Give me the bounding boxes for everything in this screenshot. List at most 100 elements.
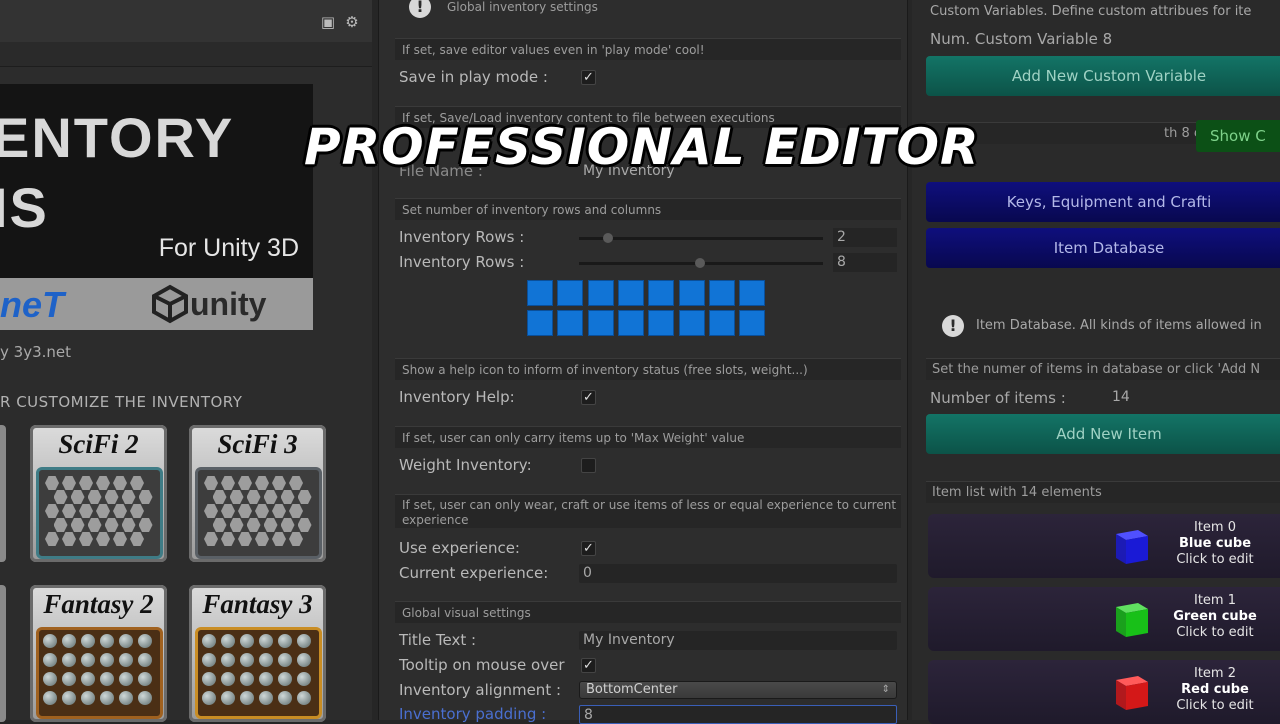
- credit-text: y 3y3.net: [0, 343, 71, 361]
- left-subbar: [0, 42, 372, 67]
- banner-title-line2: IS: [0, 176, 49, 239]
- show-button[interactable]: Show C: [1196, 120, 1280, 152]
- add-new-item-button[interactable]: Add New Item: [926, 414, 1280, 454]
- item-card[interactable]: Item 0 Blue cube Click to edit: [928, 514, 1280, 578]
- help-checkbox[interactable]: ✓: [581, 390, 596, 405]
- use-exp-label: Use experience:: [399, 539, 520, 557]
- inventory-slot: [648, 280, 675, 306]
- inventory-slot: [617, 310, 644, 336]
- section-help-desc: Show a help icon to inform of inventory …: [395, 358, 901, 380]
- theme-card-scifi3[interactable]: SciFi 3: [189, 425, 326, 562]
- orb-slot: [43, 653, 57, 667]
- inventory-slot: [527, 280, 553, 306]
- padding-field[interactable]: 8: [579, 705, 897, 724]
- alignment-dropdown[interactable]: BottomCenter ⇕: [579, 681, 897, 699]
- num-items-label: Number of items :: [930, 389, 1066, 407]
- item-text: Item 1 Green cube Click to edit: [1160, 593, 1270, 641]
- orb-slot: [221, 653, 235, 667]
- section-weight-desc: If set, user can only carry items up to …: [395, 426, 901, 448]
- orb-slot: [221, 634, 235, 648]
- hex-slot: [280, 490, 295, 504]
- cols-slider-knob[interactable]: [695, 258, 705, 268]
- hex-slot: [212, 490, 227, 504]
- theme-card-fantasy2[interactable]: Fantasy 2: [30, 585, 167, 722]
- orb-slot: [119, 653, 133, 667]
- title-text-field[interactable]: My Inventory: [579, 631, 897, 650]
- add-custom-variable-button[interactable]: Add New Custom Variable: [926, 56, 1280, 96]
- item-database-button[interactable]: Item Database: [926, 228, 1280, 268]
- customize-heading: R CUSTOMIZE THE INVENTORY: [0, 393, 243, 411]
- orb-slot: [119, 672, 133, 686]
- item-list-header: Item list with 14 elements: [926, 481, 1280, 503]
- gear-icon[interactable]: ⚙: [344, 14, 360, 30]
- cols-slider[interactable]: [579, 258, 823, 268]
- keys-equipment-crafting-button[interactable]: Keys, Equipment and Crafti: [926, 182, 1280, 222]
- inventory-slot: [587, 310, 614, 336]
- orb-grid: [36, 627, 163, 719]
- item-action: Click to edit: [1176, 698, 1254, 713]
- hex-slot: [121, 518, 136, 532]
- rows-slider[interactable]: [579, 233, 823, 243]
- cur-exp-label: Current experience:: [399, 564, 549, 582]
- hex-slot: [246, 518, 261, 532]
- hex-slot: [238, 504, 252, 518]
- cols-slider-row: 8: [379, 253, 907, 273]
- cols-value-field[interactable]: 8: [833, 253, 897, 272]
- promo-overlay-title: PROFESSIONAL EDITOR: [304, 118, 980, 176]
- hex-slot: [255, 532, 269, 546]
- orb-slot: [202, 691, 216, 705]
- inventory-slot: [557, 280, 584, 306]
- rows-value-field[interactable]: 2: [833, 228, 897, 247]
- hex-slot: [289, 532, 303, 546]
- num-items-field[interactable]: 14: [1112, 389, 1130, 405]
- hex-slot: [297, 490, 312, 504]
- orb-slot: [62, 691, 76, 705]
- rows-slider-knob[interactable]: [603, 233, 613, 243]
- item-db-desc: Item Database. All kinds of items allowe…: [976, 318, 1262, 333]
- banner-subtitle: For Unity 3D: [158, 234, 299, 262]
- orb-slot: [62, 672, 76, 686]
- hex-slot: [87, 518, 102, 532]
- orb-slot: [43, 691, 57, 705]
- orb-slot: [259, 672, 273, 686]
- hex-slot: [70, 518, 85, 532]
- tooltip-checkbox[interactable]: ✓: [581, 658, 596, 673]
- layers-icon[interactable]: ▣: [320, 14, 336, 30]
- orb-slot: [62, 653, 76, 667]
- orb-slot: [119, 691, 133, 705]
- weight-checkbox[interactable]: [581, 458, 596, 473]
- item-database-panel: Custom Variables. Define custom attribue…: [912, 0, 1280, 724]
- save-play-checkbox[interactable]: ✓: [581, 70, 596, 85]
- use-exp-checkbox[interactable]: ✓: [581, 541, 596, 556]
- banner-logos: neT unity: [0, 278, 313, 330]
- alignment-value: BottomCenter: [586, 682, 678, 697]
- hex-slot: [255, 504, 269, 518]
- item-action: Click to edit: [1176, 625, 1254, 640]
- orb-slot: [138, 672, 152, 686]
- item-index: Item 1: [1194, 593, 1236, 608]
- hex-slot: [79, 532, 93, 546]
- orb-slot: [240, 653, 254, 667]
- hex-slot: [204, 532, 218, 546]
- section-exp-desc: If set, user can only wear, craft or use…: [395, 494, 901, 528]
- item-card[interactable]: Item 1 Green cube Click to edit: [928, 587, 1280, 651]
- hex-slot: [272, 504, 286, 518]
- item-name: Green cube: [1173, 609, 1257, 624]
- save-play-label: Save in play mode :: [399, 68, 548, 86]
- weight-label: Weight Inventory:: [399, 456, 532, 474]
- orb-slot: [100, 653, 114, 667]
- inventory-slot: [708, 310, 735, 336]
- orb-slot: [202, 653, 216, 667]
- card-partial[interactable]: [0, 585, 6, 722]
- section-visual-header: Global visual settings: [395, 601, 901, 623]
- theme-card-fantasy3[interactable]: Fantasy 3: [189, 585, 326, 722]
- hex-slot: [289, 504, 303, 518]
- card-partial[interactable]: [0, 425, 6, 562]
- cur-exp-field[interactable]: 0: [579, 564, 897, 583]
- item-card[interactable]: Item 2 Red cube Click to edit: [928, 660, 1280, 724]
- hex-slot: [138, 490, 153, 504]
- theme-card-scifi2[interactable]: SciFi 2: [30, 425, 167, 562]
- orb-slot: [297, 653, 311, 667]
- hex-slot: [70, 490, 85, 504]
- orb-slot: [278, 653, 292, 667]
